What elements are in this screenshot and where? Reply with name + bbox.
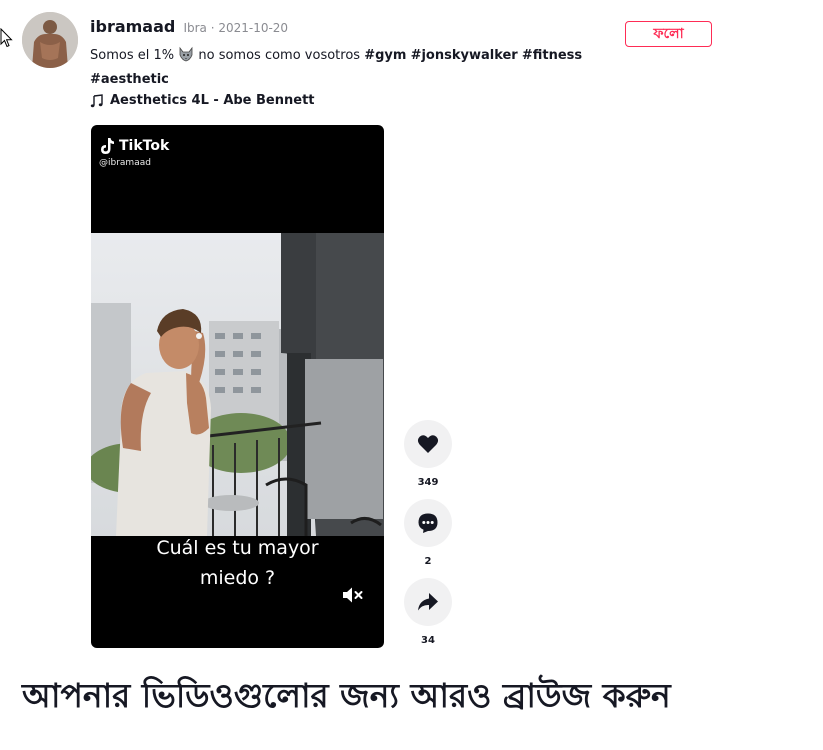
post-caption: Somos el 1% no somos como vosotros #gym … bbox=[90, 45, 610, 90]
tiktok-brand-name: TikTok bbox=[119, 138, 170, 154]
video-handle: @ibramaad bbox=[99, 158, 151, 168]
hashtag-jonskywalker[interactable]: #jonskywalker bbox=[411, 48, 518, 63]
post-header: ibramaad Ibra · 2021-10-20 bbox=[90, 17, 288, 36]
tiktok-watermark: TikTok bbox=[99, 137, 169, 155]
post-meta: Ibra · 2021-10-20 bbox=[183, 21, 289, 35]
follow-button[interactable]: ফলো bbox=[625, 21, 712, 47]
music-note-icon bbox=[90, 93, 103, 107]
comment-icon bbox=[418, 513, 438, 533]
share-button[interactable] bbox=[404, 578, 452, 626]
subtitle-line-1: Cuál es tu mayor bbox=[156, 537, 319, 559]
like-action: 349 bbox=[404, 420, 452, 488]
avatar[interactable] bbox=[22, 12, 78, 68]
hashtag-gym[interactable]: #gym bbox=[364, 48, 406, 63]
caption-text: Somos el 1% bbox=[90, 48, 175, 63]
video-frame bbox=[91, 233, 384, 536]
tiktok-logo-icon bbox=[101, 138, 114, 154]
cursor-icon bbox=[0, 28, 13, 48]
heart-icon bbox=[417, 435, 439, 453]
music-link[interactable]: Aesthetics 4L - Abe Bennett bbox=[90, 93, 315, 108]
share-action: 34 bbox=[404, 578, 452, 646]
like-count: 349 bbox=[417, 477, 439, 488]
browse-more-heading: আপনার ভিডিওগুলোর জন্য আরও ব্রাউজ করুন bbox=[22, 676, 671, 715]
share-icon bbox=[418, 593, 438, 611]
caption-text-2: no somos como vosotros bbox=[198, 48, 361, 63]
comment-action: 2 bbox=[404, 499, 452, 567]
like-button[interactable] bbox=[404, 420, 452, 468]
avatar-image bbox=[22, 12, 78, 68]
video-player[interactable]: TikTok @ibramaad Cuál es tu mayor miedo … bbox=[91, 125, 384, 648]
share-count: 34 bbox=[421, 635, 435, 646]
hashtag-fitness[interactable]: #fitness bbox=[522, 48, 582, 63]
video-subtitle: Cuál es tu mayor miedo ? bbox=[91, 533, 384, 593]
hashtag-aesthetic[interactable]: #aesthetic bbox=[90, 72, 169, 87]
comment-button[interactable] bbox=[404, 499, 452, 547]
subtitle-line-2: miedo ? bbox=[199, 567, 276, 589]
music-title: Aesthetics 4L - Abe Bennett bbox=[110, 93, 315, 108]
comment-count: 2 bbox=[424, 556, 432, 567]
username[interactable]: ibramaad bbox=[90, 17, 175, 36]
mute-icon[interactable] bbox=[342, 586, 364, 608]
wolf-emoji bbox=[178, 46, 194, 69]
